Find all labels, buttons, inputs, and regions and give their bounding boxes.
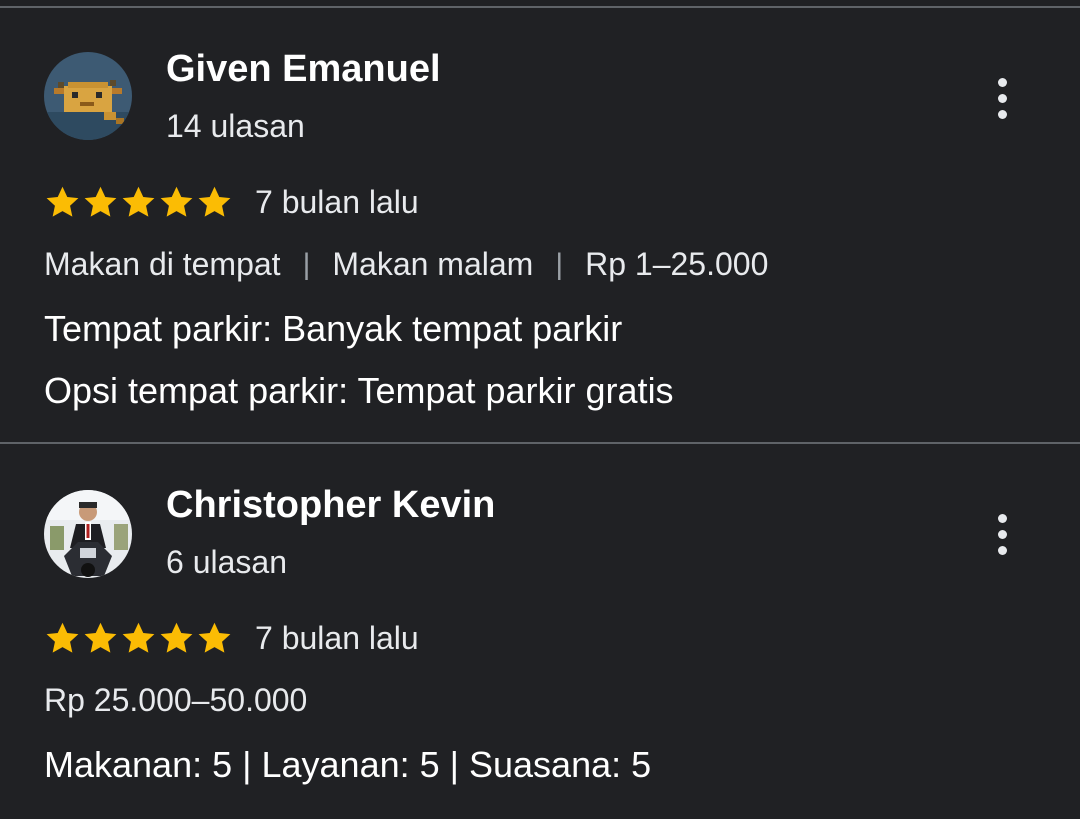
reviewer-review-count: 6 ulasan xyxy=(166,544,287,580)
visit-details: Makan di tempat | Makan malam | Rp 1–25.… xyxy=(44,246,768,283)
reviewer-name[interactable]: Given Emanuel xyxy=(166,48,441,91)
review-card: Christopher Kevin 6 ulasan 7 bulan lalu … xyxy=(0,444,1080,819)
rating-row: 7 bulan lalu xyxy=(44,182,419,222)
parking-space-info: Tempat parkir: Banyak tempat parkir xyxy=(44,308,623,349)
separator: | xyxy=(302,247,311,281)
meal-type: Makan malam xyxy=(332,246,534,282)
price-range: Rp 1–25.000 xyxy=(585,246,769,282)
visit-type: Makan di tempat xyxy=(44,246,281,282)
reviewer-name[interactable]: Christopher Kevin xyxy=(166,484,495,527)
star-icon xyxy=(198,622,231,653)
pixel-axolotl-avatar-icon xyxy=(44,52,132,140)
rating-row: 7 bulan lalu xyxy=(44,618,419,658)
star-icon xyxy=(46,186,79,217)
sub-ratings: Makanan: 5 | Layanan: 5 | Suasana: 5 xyxy=(44,744,652,785)
star-icon xyxy=(160,186,193,217)
more-vert-icon xyxy=(998,514,1007,523)
person-on-motorbike-photo-icon xyxy=(44,490,132,578)
star-icon xyxy=(46,622,79,653)
review-date: 7 bulan lalu xyxy=(255,183,419,220)
star-icon xyxy=(84,186,117,217)
star-icon xyxy=(122,186,155,217)
more-options-button[interactable] xyxy=(986,76,1020,122)
reviewer-avatar[interactable] xyxy=(44,52,132,140)
reviewer-avatar[interactable] xyxy=(44,490,132,578)
reviewer-review-count: 14 ulasan xyxy=(166,108,305,144)
star-icon xyxy=(122,622,155,653)
star-icon xyxy=(160,622,193,653)
star-icon xyxy=(198,186,231,217)
price-range: Rp 25.000–50.000 xyxy=(44,682,308,718)
review-card: Given Emanuel 14 ulasan 7 bulan lalu Mak… xyxy=(0,8,1080,442)
more-options-button[interactable] xyxy=(986,512,1020,558)
separator: | xyxy=(555,247,564,281)
star-icon xyxy=(84,622,117,653)
review-date: 7 bulan lalu xyxy=(255,619,419,656)
top-divider xyxy=(0,0,1080,8)
star-rating xyxy=(44,620,233,657)
parking-option-info: Opsi tempat parkir: Tempat parkir gratis xyxy=(44,370,674,411)
more-vert-icon xyxy=(998,78,1007,87)
star-rating xyxy=(44,184,233,221)
